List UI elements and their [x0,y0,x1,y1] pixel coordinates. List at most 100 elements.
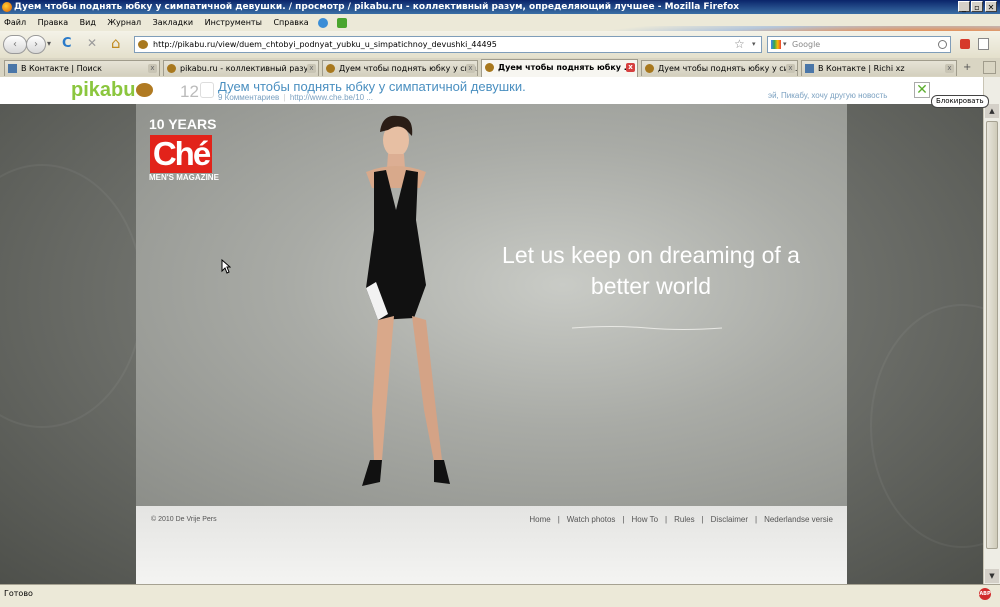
tab-label: Дуем чтобы поднять юбку ... [498,63,633,72]
tab-vk-richi[interactable]: В Контакте | Richi xz x [801,60,957,76]
tab-pikabu-post-active[interactable]: Дуем чтобы поднять юбку ... x [481,59,638,77]
pikabu-logo-text: pikabu [71,79,136,101]
tab-list-icon[interactable] [983,61,996,74]
navigation-toolbar: ‹ › ▾ C ✕ ⌂ http://pikabu.ru/view/duem_c… [0,31,1000,58]
minimize-button[interactable]: _ [958,1,970,12]
puzzle-icon[interactable] [336,17,347,28]
next-post-link[interactable]: эй, Пикабу, хочу другую новость [768,91,887,100]
vertical-scrollbar[interactable]: ▲ ▼ [983,77,1000,584]
menu-edit[interactable]: Правка [38,18,68,27]
pikabu-icon [485,63,494,72]
footer-separator: | [622,515,625,524]
tab-label: pikabu.ru - коллективный разум, ... [180,64,319,73]
status-text: Готово [4,589,33,598]
pikabu-icon [645,64,654,73]
adblock-icon[interactable]: ABP [979,588,991,600]
footer-link-home[interactable]: Home [529,515,550,524]
footer-link-nederlandse-versie[interactable]: Nederlandse versie [764,515,833,524]
post-title-link[interactable]: Дуем чтобы поднять юбку у симпатичной де… [218,79,526,94]
che-logo[interactable]: Ché [150,135,212,173]
tab-label: Дуем чтобы поднять юбку у сим... [658,64,798,73]
footer-link-disclaimer[interactable]: Disclaimer [711,515,748,524]
window-title: Дуем чтобы поднять юбку у симпатичной де… [14,2,740,12]
search-placeholder: Google [792,40,821,49]
slogan-line-1: Let us keep on dreaming of a [502,242,800,268]
tab-close-icon[interactable]: x [945,64,954,73]
tab-close-icon[interactable]: x [466,64,475,73]
reload-icon[interactable]: C [62,36,72,51]
tab-pikabu-main[interactable]: pikabu.ru - коллективный разум, ... x [163,60,319,76]
search-input[interactable]: ▾ Google [767,36,951,53]
stop-icon[interactable]: ✕ [87,36,97,50]
menu-bar: Файл Правка Вид Журнал Закладки Инструме… [0,14,1000,76]
background-swirl [0,164,144,428]
tab-strip: В Контакте | Поиск x pikabu.ru - коллект… [0,58,1000,78]
tab-close-icon[interactable]: x [786,64,795,73]
site-footer: © 2010 De Vrije Pers Home | Watch photos | H… [136,506,847,584]
source-link[interactable]: http://www.che.be/10 ... [290,93,373,102]
url-dropdown-icon[interactable]: ▾ [752,40,756,48]
pikabu-mascot-icon [136,83,154,97]
page-content: 10 YEARS Ché MEN'S MAGAZINE Let us keep … [0,104,983,584]
address-url: http://pikabu.ru/view/duem_chtobyi_podny… [153,40,497,49]
brand-years: 10 YEARS [149,116,217,132]
menu-help[interactable]: Справка [273,18,308,27]
ornament-divider [572,326,722,330]
window-title-bar: Дуем чтобы поднять юбку у симпатичной де… [0,0,1000,14]
tab-label: Дуем чтобы поднять юбку у сим... [339,64,478,73]
menu-bookmarks[interactable]: Закладки [153,18,193,27]
search-engine-dropdown-icon[interactable]: ▾ [783,37,787,52]
footer-link-how-to[interactable]: How To [632,515,659,524]
forward-button[interactable]: › [26,35,46,54]
menu-view[interactable]: Вид [80,18,96,27]
magnifier-icon[interactable] [938,40,947,49]
tab-label: В Контакте | Поиск [21,64,102,73]
bookmark-star-icon[interactable]: ☆ [734,37,745,51]
footer-separator: | [701,515,704,524]
menu-tools[interactable]: Инструменты [205,18,262,27]
history-dropdown-icon[interactable]: ▾ [47,39,51,48]
addon-icon-frame[interactable] [978,38,989,50]
pikabu-icon [326,64,335,73]
tab-vk-search[interactable]: В Контакте | Поиск x [4,60,160,76]
tab-pikabu-post-2[interactable]: Дуем чтобы поднять юбку у сим... x [641,60,798,76]
site-favicon [138,40,148,49]
address-bar[interactable]: http://pikabu.ru/view/duem_chtobyi_podny… [134,36,762,53]
vote-arrows-icon[interactable] [200,82,214,98]
mouse-cursor-icon [221,259,231,274]
tab-close-icon[interactable]: x [626,63,635,72]
scroll-thumb[interactable] [986,121,998,549]
tab-close-icon[interactable]: x [307,64,316,73]
globe-icon[interactable] [318,17,329,28]
copyright: © 2010 De Vrije Pers [151,516,217,523]
vk-icon [805,64,814,73]
google-icon [771,40,781,49]
status-bar: Готово ABP [0,584,1000,607]
tab-close-icon[interactable]: x [148,64,157,73]
maximize-button[interactable]: ▫ [971,1,983,12]
tab-pikabu-post-1[interactable]: Дуем чтобы поднять юбку у сим... x [322,60,478,76]
footer-separator: | [665,515,668,524]
menu-file[interactable]: Файл [4,18,26,27]
close-toolbar-icon[interactable]: ✕ [914,82,930,98]
footer-links: Home | Watch photos | How To | Rules | Disclaime… [529,515,833,524]
comments-link[interactable]: 9 Комментариев [218,93,279,102]
footer-separator: | [557,515,560,524]
post-meta: 9 Комментариев | http://www.che.be/10 ..… [218,93,373,102]
vk-icon [8,64,17,73]
hero-photo[interactable]: 10 YEARS Ché MEN'S MAGAZINE Let us keep … [136,104,847,506]
back-button[interactable]: ‹ [3,35,27,54]
home-icon[interactable]: ⌂ [111,34,121,52]
close-window-button[interactable]: ✕ [985,1,997,12]
block-button[interactable]: Блокировать [931,95,989,108]
pikabu-logo[interactable]: pikabu [71,79,154,102]
addon-icon-red[interactable] [960,39,970,49]
menu-history[interactable]: Журнал [107,18,141,27]
footer-link-rules[interactable]: Rules [674,515,694,524]
slogan-line-2: better world [590,273,712,299]
footer-separator: | [754,515,758,524]
footer-link-watch-photos[interactable]: Watch photos [567,515,616,524]
scroll-down-icon[interactable]: ▼ [985,569,999,583]
post-rating: 12 [180,82,199,101]
new-tab-icon[interactable]: + [963,62,971,73]
